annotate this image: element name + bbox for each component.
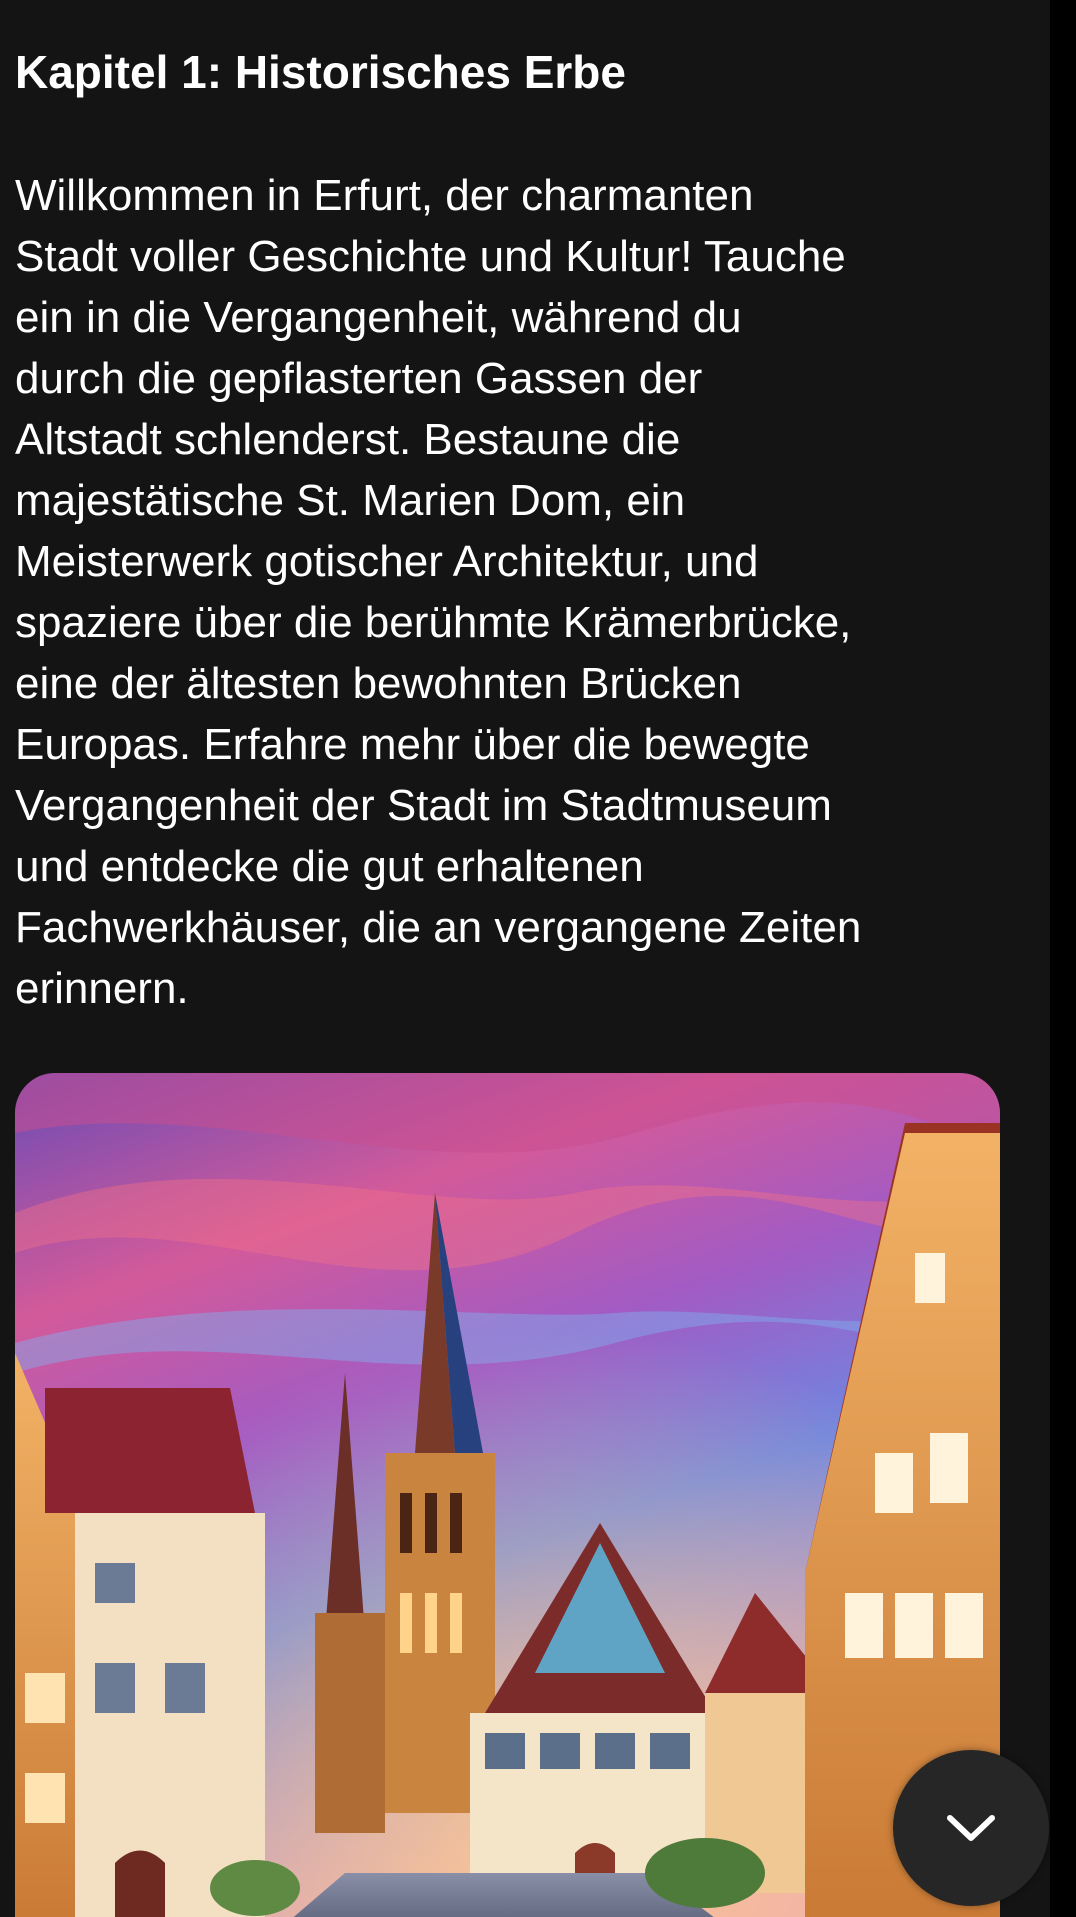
body-text-line: erinnern. <box>15 964 189 1013</box>
body-text-line: durch die gepflasterten Gassen der <box>15 354 703 403</box>
chevron-down-icon <box>947 1815 995 1841</box>
body-text-line: Vergangenheit der Stadt im Stadtmuseum <box>15 781 832 830</box>
body-text-line: ein in die Vergangenheit, während du <box>15 293 742 342</box>
body-text-line: eine der ältesten bewohnten Brücken <box>15 659 742 708</box>
scrollbar-track <box>1050 0 1076 1917</box>
body-text-line: spaziere über die berühmte Krämerbrücke, <box>15 598 852 647</box>
body-text-line: Altstadt schlenderst. Bestaune die <box>15 415 681 464</box>
body-text-line: Stadt voller Geschichte und Kultur! Tauc… <box>15 232 846 281</box>
body-text-line: Europas. Erfahre mehr über die bewegte <box>15 720 810 769</box>
chapter-title: Kapitel 1: Historisches Erbe <box>15 46 626 98</box>
body-text-line: majestätische St. Marien Dom, ein <box>15 476 686 525</box>
erfurt-illustration-image[interactable] <box>15 1073 1000 1917</box>
body-text-line: Meisterwerk gotischer Architektur, und <box>15 537 759 586</box>
chapter-body-text: Willkommen in Erfurt, der charmanten Sta… <box>15 165 1015 1019</box>
body-text-line: Fachwerkhäuser, die an vergangene Zeiten <box>15 903 862 952</box>
body-text-line: Willkommen in Erfurt, der charmanten <box>15 171 754 220</box>
body-text-line: und entdecke die gut erhaltenen <box>15 842 644 891</box>
scroll-down-button[interactable] <box>893 1750 1049 1906</box>
